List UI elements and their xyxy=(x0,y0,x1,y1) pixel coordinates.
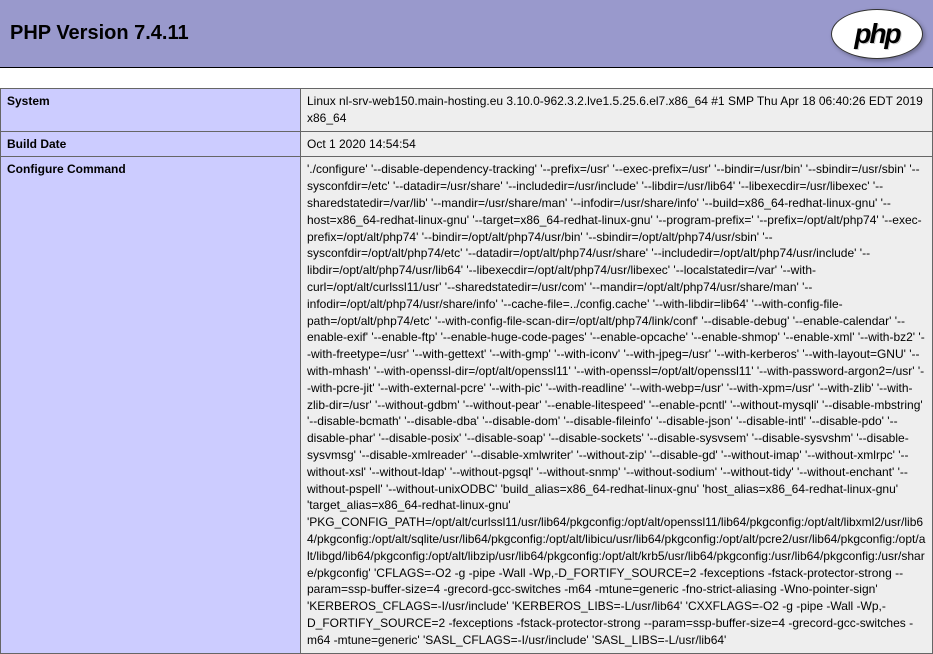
php-logo-text: php xyxy=(854,18,899,50)
php-logo: php xyxy=(831,9,923,59)
row-label: Build Date xyxy=(1,131,301,157)
row-value: Linux nl-srv-web150.main-hosting.eu 3.10… xyxy=(301,89,933,132)
phpinfo-table: SystemLinux nl-srv-web150.main-hosting.e… xyxy=(0,88,933,654)
table-row: Build DateOct 1 2020 14:54:54 xyxy=(1,131,933,157)
table-row: Configure Command'./configure' '--disabl… xyxy=(1,157,933,653)
row-label: Configure Command xyxy=(1,157,301,653)
row-value: './configure' '--disable-dependency-trac… xyxy=(301,157,933,653)
row-label: System xyxy=(1,89,301,132)
row-value: Oct 1 2020 14:54:54 xyxy=(301,131,933,157)
phpinfo-header: PHP Version 7.4.11 php xyxy=(0,0,933,68)
page-title: PHP Version 7.4.11 xyxy=(10,22,189,45)
table-row: SystemLinux nl-srv-web150.main-hosting.e… xyxy=(1,89,933,132)
